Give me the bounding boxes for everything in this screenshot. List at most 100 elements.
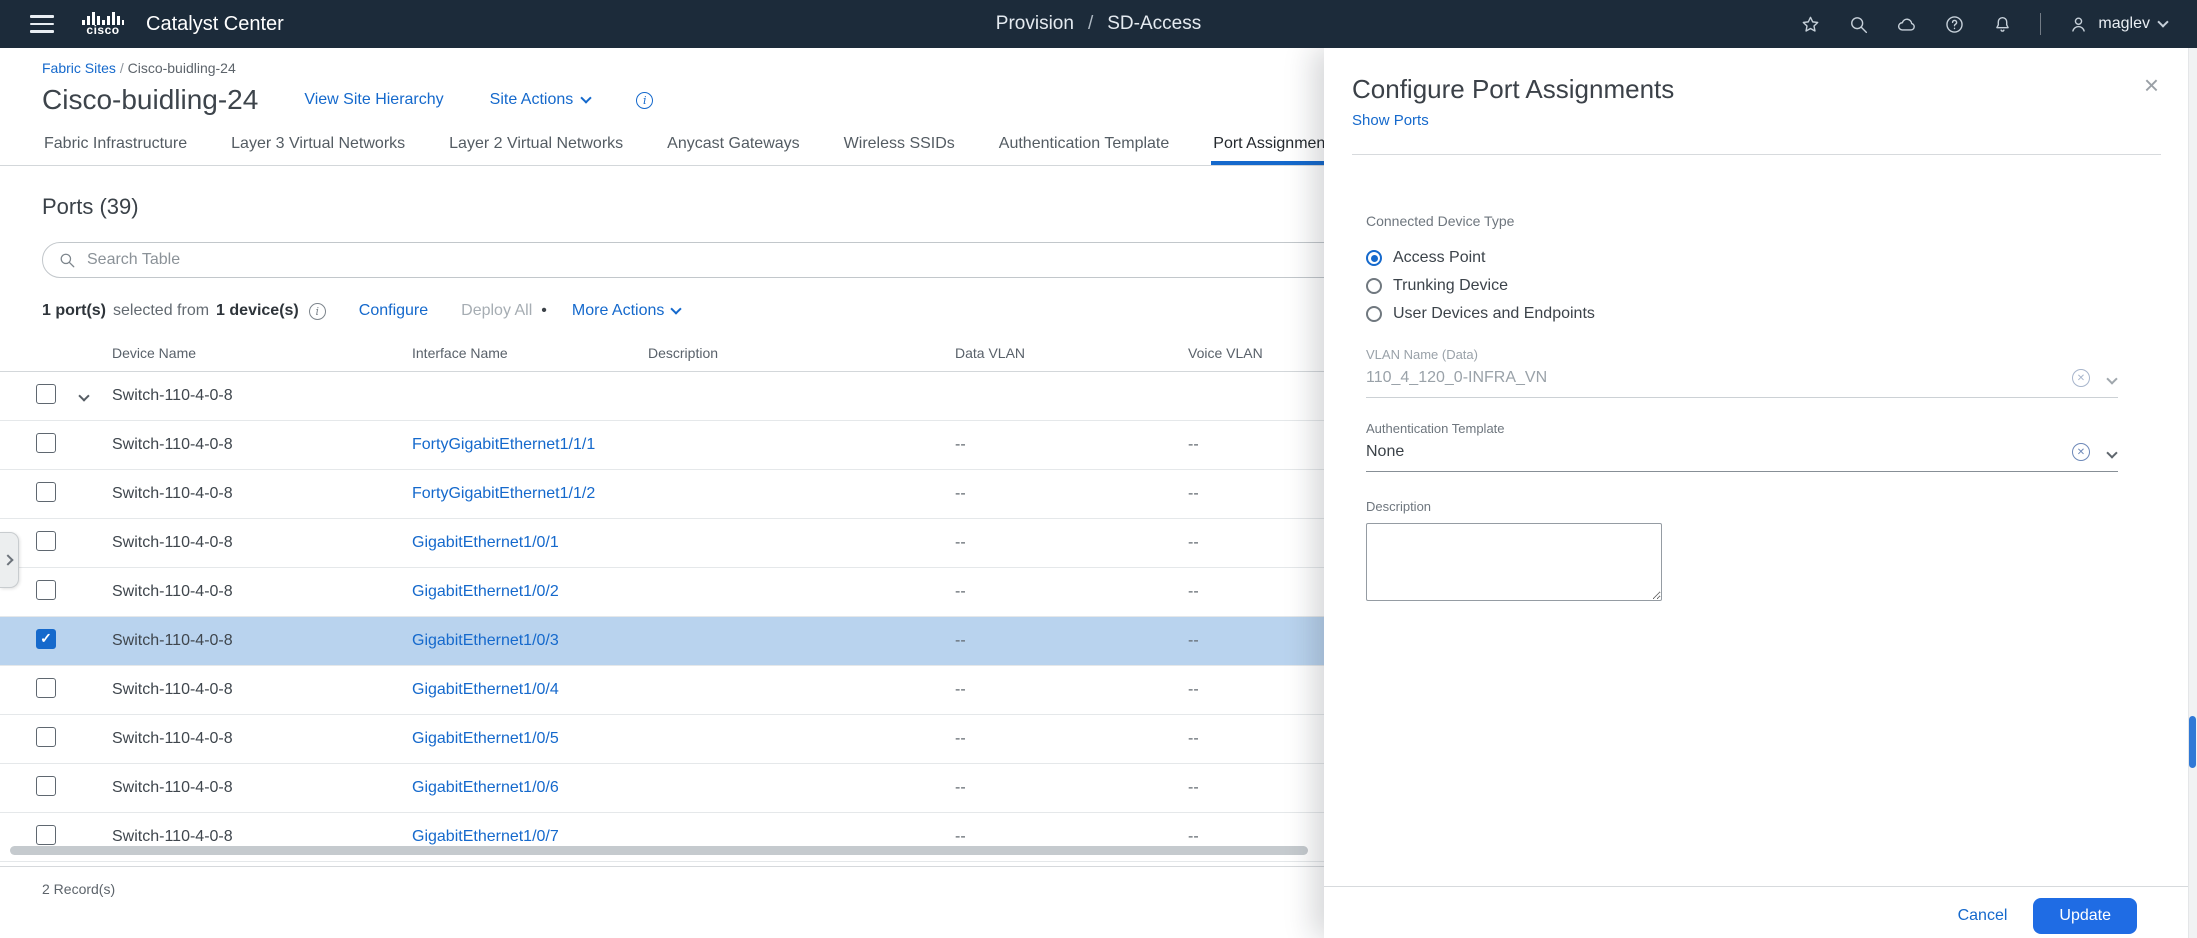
- vertical-scrollbar-track[interactable]: [2188, 48, 2197, 938]
- tab-anycast-gateways[interactable]: Anycast Gateways: [665, 128, 802, 165]
- deploy-all-button[interactable]: Deploy All: [461, 302, 532, 320]
- chevron-down-icon: [670, 303, 683, 315]
- topbar-divider: [2040, 13, 2042, 35]
- vlan-name-select[interactable]: VLAN Name (Data) 110_4_120_0-INFRA_VN ✕: [1366, 346, 2118, 398]
- tab-wireless-ssids[interactable]: Wireless SSIDs: [842, 128, 957, 165]
- selection-info-icon[interactable]: i: [308, 302, 326, 320]
- tab-layer3-virtual-networks[interactable]: Layer 3 Virtual Networks: [229, 128, 407, 165]
- tab-layer2-virtual-networks[interactable]: Layer 2 Virtual Networks: [447, 128, 625, 165]
- radio-trunking-device[interactable]: Trunking Device: [1366, 272, 2133, 300]
- row-checkbox[interactable]: [36, 579, 56, 600]
- clear-icon[interactable]: ✕: [2072, 443, 2090, 461]
- device-name-cell: Switch-110-4-0-8: [112, 730, 233, 747]
- vertical-scrollbar-thumb[interactable]: [2189, 716, 2196, 768]
- device-name-cell: Switch-110-4-0-8: [112, 779, 233, 796]
- search-icon[interactable]: [1848, 14, 1869, 35]
- data-vlan-cell: --: [955, 436, 966, 453]
- show-ports-link[interactable]: Show Ports: [1352, 112, 1429, 129]
- interface-link[interactable]: GigabitEthernet1/0/1: [412, 534, 559, 551]
- column-data-vlan[interactable]: Data VLAN: [955, 345, 1188, 361]
- site-info-icon[interactable]: i: [636, 91, 654, 109]
- top-breadcrumb-page[interactable]: SD-Access: [1107, 13, 1201, 35]
- configure-button[interactable]: Configure: [359, 302, 428, 320]
- row-checkbox[interactable]: [36, 824, 56, 845]
- help-icon[interactable]: [1944, 14, 1965, 35]
- breadcrumb-current: Cisco-buidling-24: [127, 60, 236, 76]
- panel-divider: [1352, 154, 2161, 155]
- connected-device-type-label: Connected Device Type: [1366, 213, 1515, 229]
- interface-link[interactable]: GigabitEthernet1/0/4: [412, 681, 559, 698]
- selected-ports-count: 1 port(s): [42, 302, 106, 319]
- device-name-cell: Switch-110-4-0-8: [112, 632, 233, 649]
- interface-link[interactable]: GigabitEthernet1/0/6: [412, 779, 559, 796]
- breadcrumb-parent[interactable]: Fabric Sites: [42, 60, 116, 76]
- breadcrumb-separator: /: [119, 60, 124, 76]
- menu-icon[interactable]: [30, 15, 54, 33]
- group-checkbox[interactable]: [36, 383, 56, 404]
- data-vlan-cell: --: [955, 632, 966, 649]
- interface-link[interactable]: GigabitEthernet1/0/3: [412, 632, 559, 649]
- row-checkbox[interactable]: [36, 530, 56, 551]
- deploy-all-badge: •: [541, 302, 547, 319]
- collapse-chevron-icon[interactable]: [78, 390, 90, 402]
- description-textarea[interactable]: [1366, 523, 1662, 601]
- data-vlan-cell: --: [955, 583, 966, 600]
- device-name-cell: Switch-110-4-0-8: [112, 436, 233, 453]
- row-checkbox[interactable]: [36, 726, 56, 747]
- column-device-name[interactable]: Device Name: [112, 345, 412, 361]
- top-breadcrumb-separator: /: [1087, 13, 1094, 34]
- row-checkbox[interactable]: [36, 775, 56, 796]
- cancel-button[interactable]: Cancel: [1958, 907, 2008, 925]
- panel-title: Configure Port Assignments: [1352, 74, 1675, 104]
- data-vlan-cell: --: [955, 828, 966, 845]
- interface-link[interactable]: GigabitEthernet1/0/5: [412, 730, 559, 747]
- horizontal-scrollbar[interactable]: [10, 846, 1308, 855]
- device-name-cell: Switch-110-4-0-8: [112, 828, 233, 845]
- panel-expand-handle[interactable]: [0, 532, 19, 588]
- interface-link[interactable]: FortyGigabitEthernet1/1/2: [412, 485, 595, 502]
- description-label: Description: [1366, 499, 1432, 514]
- selected-devices-count: 1 device(s): [216, 302, 299, 319]
- radio-icon: [1366, 306, 1382, 322]
- view-site-hierarchy-link[interactable]: View Site Hierarchy: [304, 91, 443, 109]
- data-vlan-cell: --: [955, 485, 966, 502]
- star-icon[interactable]: [1800, 14, 1821, 35]
- update-button[interactable]: Update: [2033, 897, 2137, 934]
- page-title: Cisco-buidling-24: [42, 84, 259, 115]
- row-checkbox[interactable]: [36, 481, 56, 502]
- close-icon[interactable]: ×: [2144, 72, 2159, 98]
- column-description[interactable]: Description: [648, 345, 955, 361]
- authentication-template-value: None: [1366, 443, 1405, 460]
- more-actions-label: More Actions: [571, 302, 665, 319]
- site-actions-dropdown[interactable]: Site Actions: [489, 91, 592, 109]
- tab-port-assignment[interactable]: Port Assignment: [1211, 128, 1332, 165]
- radio-label: User Devices and Endpoints: [1393, 305, 1595, 322]
- row-checkbox[interactable]: [36, 677, 56, 698]
- interface-link[interactable]: FortyGigabitEthernet1/1/1: [412, 436, 595, 453]
- authentication-template-select[interactable]: Authentication Template None ✕: [1366, 420, 2118, 472]
- notifications-icon[interactable]: [1992, 14, 2013, 35]
- column-interface-name[interactable]: Interface Name: [412, 345, 648, 361]
- radio-label: Access Point: [1393, 249, 1486, 266]
- interface-link[interactable]: GigabitEthernet1/0/7: [412, 828, 559, 845]
- top-breadcrumb-section[interactable]: Provision: [996, 13, 1074, 35]
- row-checkbox[interactable]: [36, 628, 56, 649]
- view-site-hierarchy-label: View Site Hierarchy: [304, 91, 444, 108]
- radio-access-point[interactable]: Access Point: [1366, 244, 2133, 272]
- row-checkbox[interactable]: [36, 432, 56, 453]
- vlan-name-value: 110_4_120_0-INFRA_VN: [1366, 369, 1548, 386]
- top-breadcrumb: Provision / SD-Access: [996, 13, 1201, 35]
- clear-icon[interactable]: ✕: [2072, 369, 2090, 387]
- more-actions-dropdown[interactable]: More Actions: [571, 302, 683, 320]
- device-name-cell: Switch-110-4-0-8: [112, 387, 233, 404]
- radio-user-devices-endpoints[interactable]: User Devices and Endpoints: [1366, 300, 2133, 328]
- radio-icon: [1366, 278, 1382, 294]
- radio-icon: [1366, 250, 1382, 266]
- site-actions-label: Site Actions: [489, 91, 574, 108]
- cloud-icon[interactable]: [1896, 14, 1917, 35]
- user-menu[interactable]: maglev: [2068, 14, 2169, 35]
- tab-authentication-template[interactable]: Authentication Template: [997, 128, 1171, 165]
- tab-fabric-infrastructure[interactable]: Fabric Infrastructure: [42, 128, 189, 165]
- data-vlan-cell: --: [955, 730, 966, 747]
- interface-link[interactable]: GigabitEthernet1/0/2: [412, 583, 559, 600]
